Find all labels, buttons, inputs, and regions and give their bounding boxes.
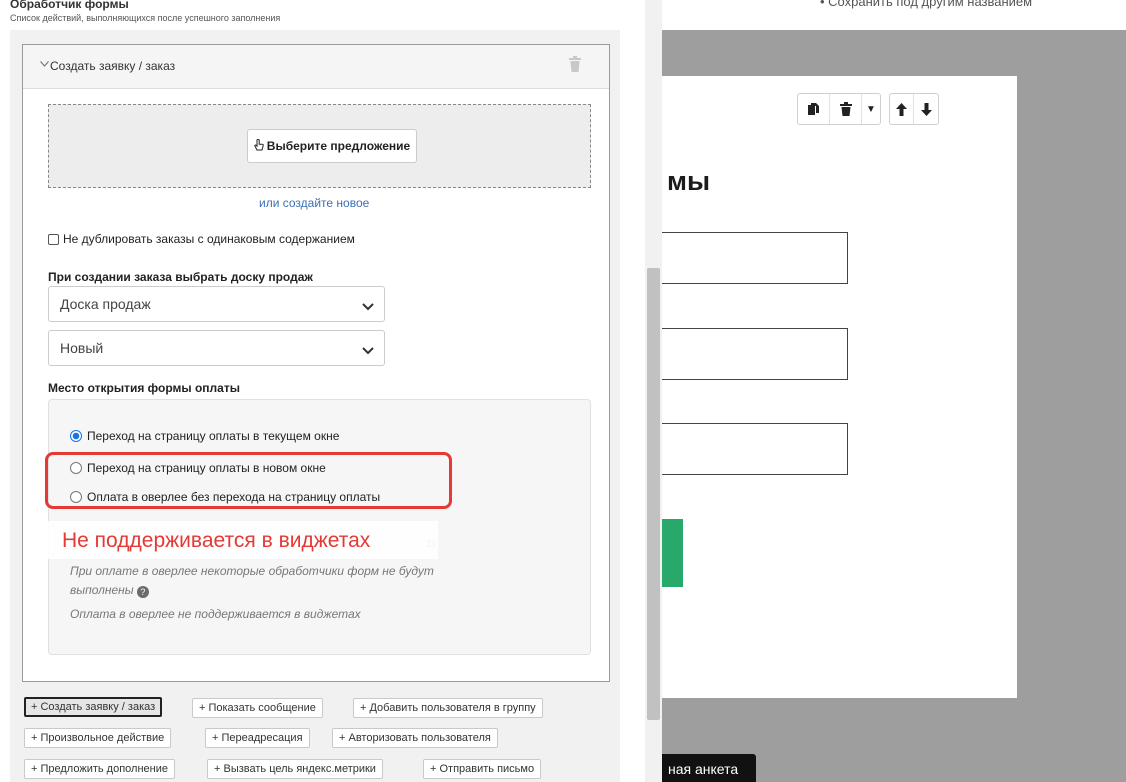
board-select-value: Доска продаж xyxy=(60,296,151,312)
add-redirect-button[interactable]: + Переадресация xyxy=(205,728,310,748)
trash-icon[interactable] xyxy=(569,56,583,75)
offer-dropzone: Выберите предложение xyxy=(48,104,591,188)
no-duplicate-checkbox[interactable] xyxy=(48,233,59,245)
add-show-message-button[interactable]: + Показать сообщение xyxy=(192,698,323,718)
payment-label: Место открытия формы оплаты xyxy=(48,381,240,395)
screen: • Сохранить под другим названием ▼ мы на… xyxy=(0,0,1126,782)
add-user-to-group-button[interactable]: + Добавить пользователя в группу xyxy=(353,698,543,718)
question-icon[interactable]: ? xyxy=(136,586,149,598)
preview-page xyxy=(660,76,1017,698)
status-select[interactable]: Новый xyxy=(48,330,385,366)
scrollbar-thumb[interactable] xyxy=(647,268,660,720)
arrow-up-icon[interactable] xyxy=(890,94,914,124)
create-new-link[interactable]: или создайте новое xyxy=(259,196,369,210)
overlay-widgets-note: Оплата в оверлее не поддерживается в вид… xyxy=(70,607,361,621)
copy-icon[interactable] xyxy=(798,94,830,124)
add-authorize-user-button[interactable]: + Авторизовать пользователя xyxy=(332,728,498,748)
hand-pointer-icon xyxy=(254,138,264,154)
add-send-email-button[interactable]: + Отправить письмо xyxy=(423,759,542,779)
chevron-down-icon[interactable] xyxy=(40,59,49,70)
overlay-warning-line1: При оплате в оверлее некоторые обработчи… xyxy=(70,564,434,578)
add-offer-upsell-button[interactable]: + Предложить дополнение xyxy=(24,759,175,779)
overlay-warning-line2: выполнены ? xyxy=(70,583,149,598)
preview-bottom-tab[interactable]: ная анкета xyxy=(656,754,756,782)
no-duplicate-row[interactable]: Не дублировать заказы с одинаковым содер… xyxy=(48,232,355,246)
board-select[interactable]: Доска продаж xyxy=(48,286,385,322)
panel-subtitle: Список действий, выполняющихся после усп… xyxy=(10,13,281,23)
handler-header[interactable]: Создать заявку / заказ xyxy=(23,45,609,89)
trash-icon[interactable] xyxy=(830,94,862,124)
preview-submit-button[interactable] xyxy=(660,519,683,587)
chevron-down-icon xyxy=(362,298,374,314)
arrow-down-icon[interactable] xyxy=(914,94,938,124)
preview-input[interactable] xyxy=(660,328,848,380)
annotation-caption: Не поддерживается в виджетах xyxy=(62,529,371,552)
handler-card: Создать заявку / заказ Выберите предложе… xyxy=(22,44,610,682)
move-group xyxy=(889,93,939,125)
form-handler-panel: Обработчик формы Список действий, выполн… xyxy=(0,0,662,782)
caret-down-icon[interactable]: ▼ xyxy=(862,94,880,124)
add-create-order-button[interactable]: + Создать заявку / заказ xyxy=(24,697,163,717)
payment-option-label: Переход на страницу оплаты в текущем окн… xyxy=(87,429,340,443)
annotation-highlight xyxy=(45,452,452,509)
chevron-down-icon xyxy=(362,342,374,358)
panel-title: Обработчик формы xyxy=(10,0,129,11)
status-select-value: Новый xyxy=(60,340,104,356)
choose-offer-button[interactable]: Выберите предложение xyxy=(247,129,417,163)
block-actions-group: ▼ xyxy=(797,93,881,125)
payment-option-current-window[interactable]: Переход на страницу оплаты в текущем окн… xyxy=(70,429,339,443)
no-duplicate-label: Не дублировать заказы с одинаковым содер… xyxy=(63,232,355,246)
preview-input[interactable] xyxy=(660,232,848,284)
choose-offer-label: Выберите предложение xyxy=(266,139,411,153)
preview-heading: мы xyxy=(667,166,711,196)
board-label: При создании заказа выбрать доску продаж xyxy=(48,270,313,284)
add-custom-action-button[interactable]: + Произвольное действие xyxy=(24,728,172,748)
preview-input[interactable] xyxy=(660,423,848,475)
block-toolbar: ▼ xyxy=(797,93,939,125)
radio-selected[interactable] xyxy=(70,430,82,442)
add-metrika-goal-button[interactable]: + Вызвать цель яндекс.метрики xyxy=(207,759,383,779)
overlay-warning-text: выполнены xyxy=(70,583,134,597)
top-status-text[interactable]: • Сохранить под другим названием xyxy=(820,0,1032,9)
handler-title: Создать заявку / заказ xyxy=(50,59,176,73)
